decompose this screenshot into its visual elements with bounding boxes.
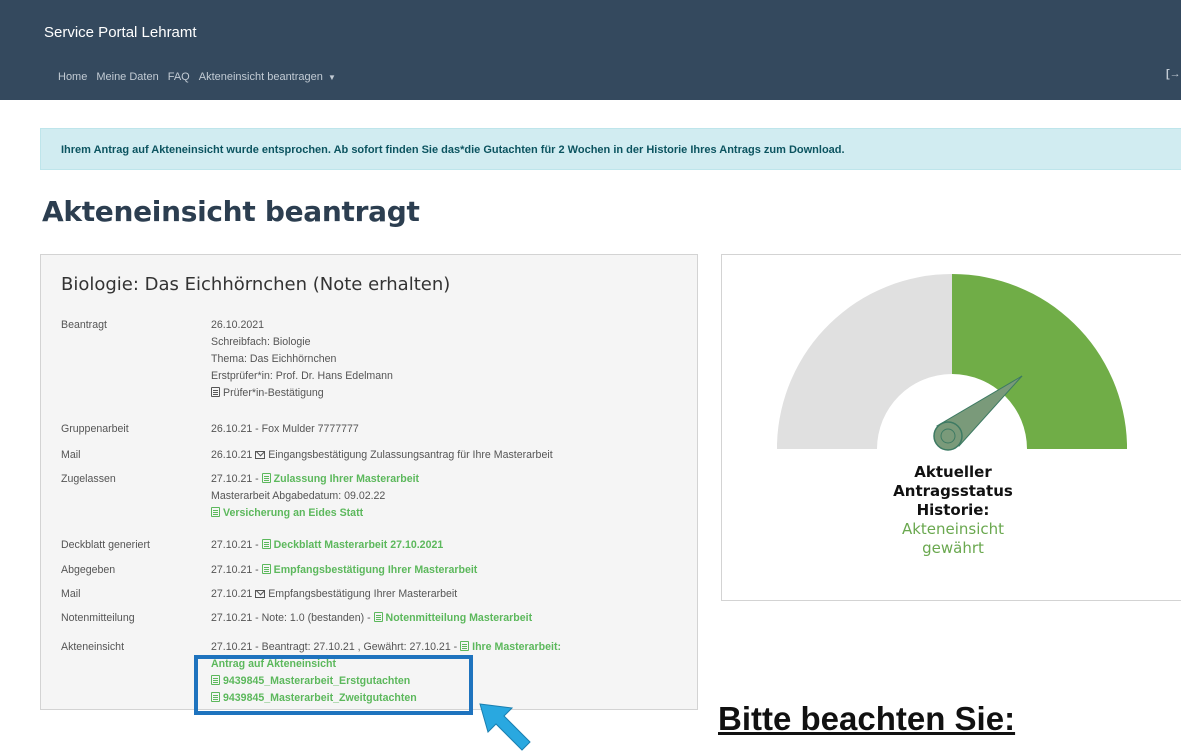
note-heading: Bitte beachten Sie: xyxy=(718,700,1016,737)
row-value: 27.10.21 - Empfangsbestätigung Ihrer Mas… xyxy=(211,562,681,579)
link-label: Empfangsbestätigung Ihrer Masterarbeit xyxy=(273,564,478,576)
row-value: 26.10.21 - Fox Mulder 7777777 xyxy=(211,423,359,435)
row-label: Abgegeben xyxy=(61,564,116,576)
row-label: Akteneinsicht xyxy=(61,641,125,653)
row-label: Mail xyxy=(61,588,81,600)
masterarbeit-link[interactable]: Ihre Masterarbeit: xyxy=(460,641,561,653)
link-label: Versicherung an Eides Statt xyxy=(223,507,364,519)
pruefer-bestaetigung-link[interactable]: Prüfer*in-Bestätigung xyxy=(211,385,681,402)
nav-akteneinsicht-label: Akteneinsicht beantragen xyxy=(198,71,323,83)
application-card: Biologie: Das Eichhörnchen (Note erhalte… xyxy=(40,254,698,710)
history-row-mail-2: Mail 27.10.21 Empfangsbestätigung Ihrer … xyxy=(61,586,691,603)
nav-faq[interactable]: FAQ xyxy=(168,71,190,83)
date-prefix: 27.10.21 - xyxy=(211,564,262,576)
status-gauge xyxy=(777,274,1127,451)
row-value: 26.10.2021 Schreibfach: Biologie Thema: … xyxy=(211,317,681,402)
row-value: 27.10.21 - Deckblatt Masterarbeit 27.10.… xyxy=(211,537,681,554)
history-row-gruppenarbeit: Gruppenarbeit 26.10.21 - Fox Mulder 7777… xyxy=(61,421,691,438)
top-navbar: Service Portal Lehramt Home Meine Daten … xyxy=(0,0,1181,100)
annotation-arrow-icon xyxy=(479,703,531,751)
history-row-deckblatt: Deckblatt generiert 27.10.21 - Deckblatt… xyxy=(61,537,691,554)
zulassung-link[interactable]: Zulassung Ihrer Masterarbeit xyxy=(261,473,420,485)
status-line-2: Antragsstatus xyxy=(893,482,1013,500)
notenmitteilung-link[interactable]: Notenmitteilung Masterarbeit xyxy=(373,612,533,624)
pdf-icon xyxy=(460,641,470,651)
row-label: Deckblatt generiert xyxy=(61,539,150,551)
status-value-2: gewährt xyxy=(922,539,984,557)
akteneinsicht-prefix: 27.10.21 - Beantragt: 27.10.21 , Gewährt… xyxy=(211,641,461,653)
card-title: Biologie: Das Eichhörnchen (Note erhalte… xyxy=(61,274,451,295)
pdf-icon xyxy=(261,473,271,483)
nav-meine-daten[interactable]: Meine Daten xyxy=(96,71,158,83)
link-label: Ihre Masterarbeit: xyxy=(472,641,562,653)
date-text: 26.10.2021 xyxy=(211,319,265,331)
row-label: Zugelassen xyxy=(61,473,116,485)
brand-title[interactable]: Service Portal Lehramt xyxy=(44,24,197,41)
status-text: Aktueller Antragsstatus Historie: Aktene… xyxy=(843,463,1063,558)
success-alert: Ihrem Antrag auf Akteneinsicht wurde ent… xyxy=(40,128,1181,170)
history-row-zugelassen: Zugelassen 27.10.21 - Zulassung Ihrer Ma… xyxy=(61,471,691,523)
versicherung-link[interactable]: Versicherung an Eides Statt xyxy=(211,505,681,522)
status-value-1: Akteneinsicht xyxy=(901,520,1005,538)
gauge-hub-icon xyxy=(933,421,963,451)
pdf-icon xyxy=(211,387,220,397)
date-prefix: 27.10.21 - xyxy=(211,539,262,551)
thema-text: Thema: Das Eichhörnchen xyxy=(211,353,337,365)
erstpruefer-text: Erstprüfer*in: Prof. Dr. Hans Edelmann xyxy=(211,370,393,382)
envelope-icon xyxy=(255,590,266,598)
nav-links: Home Meine Daten FAQ Akteneinsicht beant… xyxy=(58,71,336,83)
nav-home[interactable]: Home xyxy=(58,71,87,83)
highlight-box xyxy=(194,655,473,715)
pdf-icon xyxy=(261,564,271,574)
logout-icon[interactable]: [→ xyxy=(1166,68,1181,80)
date-prefix: 27.10.21 - xyxy=(211,473,262,485)
deckblatt-link[interactable]: Deckblatt Masterarbeit 27.10.2021 xyxy=(261,539,444,551)
page-title: Akteneinsicht beantragt xyxy=(42,195,420,228)
link-label: Zulassung Ihrer Masterarbeit xyxy=(273,473,420,485)
status-line-3: Historie: xyxy=(916,501,990,519)
row-value: 27.10.21 - Zulassung Ihrer Masterarbeit … xyxy=(211,471,681,522)
link-label: Notenmitteilung Masterarbeit xyxy=(385,612,533,624)
schreibfach-text: Schreibfach: Biologie xyxy=(211,336,311,348)
row-value: 27.10.21 Empfangsbestätigung Ihrer Maste… xyxy=(211,586,681,603)
mail-text: Eingangsbestätigung Zulassungsantrag für… xyxy=(268,449,553,461)
row-value: 26.10.21 Eingangsbestätigung Zulassungsa… xyxy=(211,447,681,464)
link-label: Prüfer*in-Bestätigung xyxy=(223,387,324,399)
link-label: Deckblatt Masterarbeit 27.10.2021 xyxy=(273,539,444,551)
history-row-mail-1: Mail 26.10.21 Eingangsbestätigung Zulass… xyxy=(61,447,691,464)
pdf-icon xyxy=(261,539,271,549)
row-label: Gruppenarbeit xyxy=(61,423,129,435)
pdf-icon xyxy=(373,612,383,622)
envelope-icon xyxy=(255,451,266,459)
pdf-icon xyxy=(211,507,220,517)
date-text: 26.10.21 xyxy=(211,449,253,461)
history-row-abgegeben: Abgegeben 27.10.21 - Empfangsbestätigung… xyxy=(61,562,691,579)
history-row-beantragt: Beantragt 26.10.2021 Schreibfach: Biolog… xyxy=(61,317,691,409)
row-value: 27.10.21 - Note: 1.0 (bestanden) - Noten… xyxy=(211,610,681,627)
row-label: Notenmitteilung xyxy=(61,612,135,624)
note-prefix: 27.10.21 - Note: 1.0 (bestanden) - xyxy=(211,612,374,624)
chevron-down-icon: ▼ xyxy=(327,73,336,82)
mail-text: Empfangsbestätigung Ihrer Masterarbeit xyxy=(268,588,458,600)
date-text: 27.10.21 xyxy=(211,588,253,600)
row-label: Mail xyxy=(61,449,81,461)
empfangsbestaetigung-link[interactable]: Empfangsbestätigung Ihrer Masterarbeit xyxy=(261,564,478,576)
abgabedatum-text: Masterarbeit Abgabedatum: 09.02.22 xyxy=(211,490,386,502)
history-row-notenmitteilung: Notenmitteilung 27.10.21 - Note: 1.0 (be… xyxy=(61,610,691,627)
nav-akteneinsicht-dropdown[interactable]: Akteneinsicht beantragen ▼ xyxy=(199,71,336,83)
row-label: Beantragt xyxy=(61,319,107,331)
status-line-1: Aktueller xyxy=(914,463,992,481)
